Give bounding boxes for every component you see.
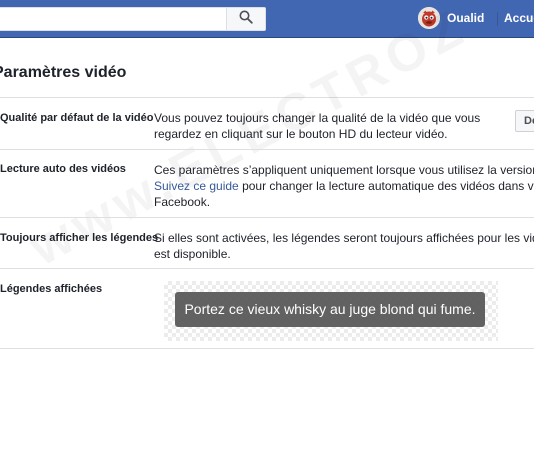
captions-description-line: est disponible.: [154, 247, 231, 261]
page-title: Paramètres vidéo: [0, 64, 127, 81]
caption-preview-text: Portez ce vieux whisky au juge blond qui…: [175, 292, 485, 327]
user-avatar-icon: [418, 7, 440, 29]
row-divider: [0, 149, 534, 150]
row-divider: [0, 268, 534, 269]
quality-default-button[interactable]: Défaut: [515, 110, 534, 132]
avatar[interactable]: [418, 7, 440, 29]
autoplay-description-line: Ces paramètres s’appliquent uniquement l…: [154, 163, 534, 177]
quality-description-line: Vous pouvez toujours changer la qualité …: [154, 111, 481, 125]
row-divider: [0, 217, 534, 218]
profile-link[interactable]: Oualid: [447, 11, 484, 25]
autoplay-description-line: Suivez ce guide pour changer la lecture …: [154, 178, 534, 194]
autoplay-setting-description: Ces paramètres s’appliquent uniquement l…: [154, 162, 534, 210]
search-box: [0, 7, 266, 31]
captions-always-setting-description: Si elles sont activées, les légendes ser…: [154, 230, 534, 262]
autoplay-description-text: pour changer la lecture automatique des …: [238, 179, 534, 193]
search-icon: [239, 10, 253, 29]
captions-description-line: Si elles sont activées, les légendes ser…: [154, 231, 534, 245]
captions-display-setting-label: Légendes affichées: [0, 283, 103, 295]
quality-setting-label: Qualité par défaut de la vidéo: [0, 112, 154, 124]
search-input[interactable]: [0, 8, 226, 30]
quality-setting-description: Vous pouvez toujours changer la qualité …: [154, 110, 480, 142]
autoplay-setting-label: Lecture auto des vidéos: [0, 163, 126, 175]
home-link[interactable]: Accueil: [504, 11, 534, 25]
nav-divider: [497, 12, 498, 26]
autoplay-description-line: Facebook.: [154, 195, 211, 209]
top-navigation-bar: Oualid Accueil: [0, 0, 534, 38]
captions-always-setting-label: Toujours afficher les légendes: [0, 232, 159, 244]
follow-guide-link[interactable]: Suivez ce guide: [154, 179, 239, 193]
title-divider: [0, 97, 534, 98]
row-divider: [0, 348, 534, 349]
search-button[interactable]: [226, 8, 265, 30]
quality-description-line: regardez en cliquant sur le bouton HD du…: [154, 127, 448, 141]
